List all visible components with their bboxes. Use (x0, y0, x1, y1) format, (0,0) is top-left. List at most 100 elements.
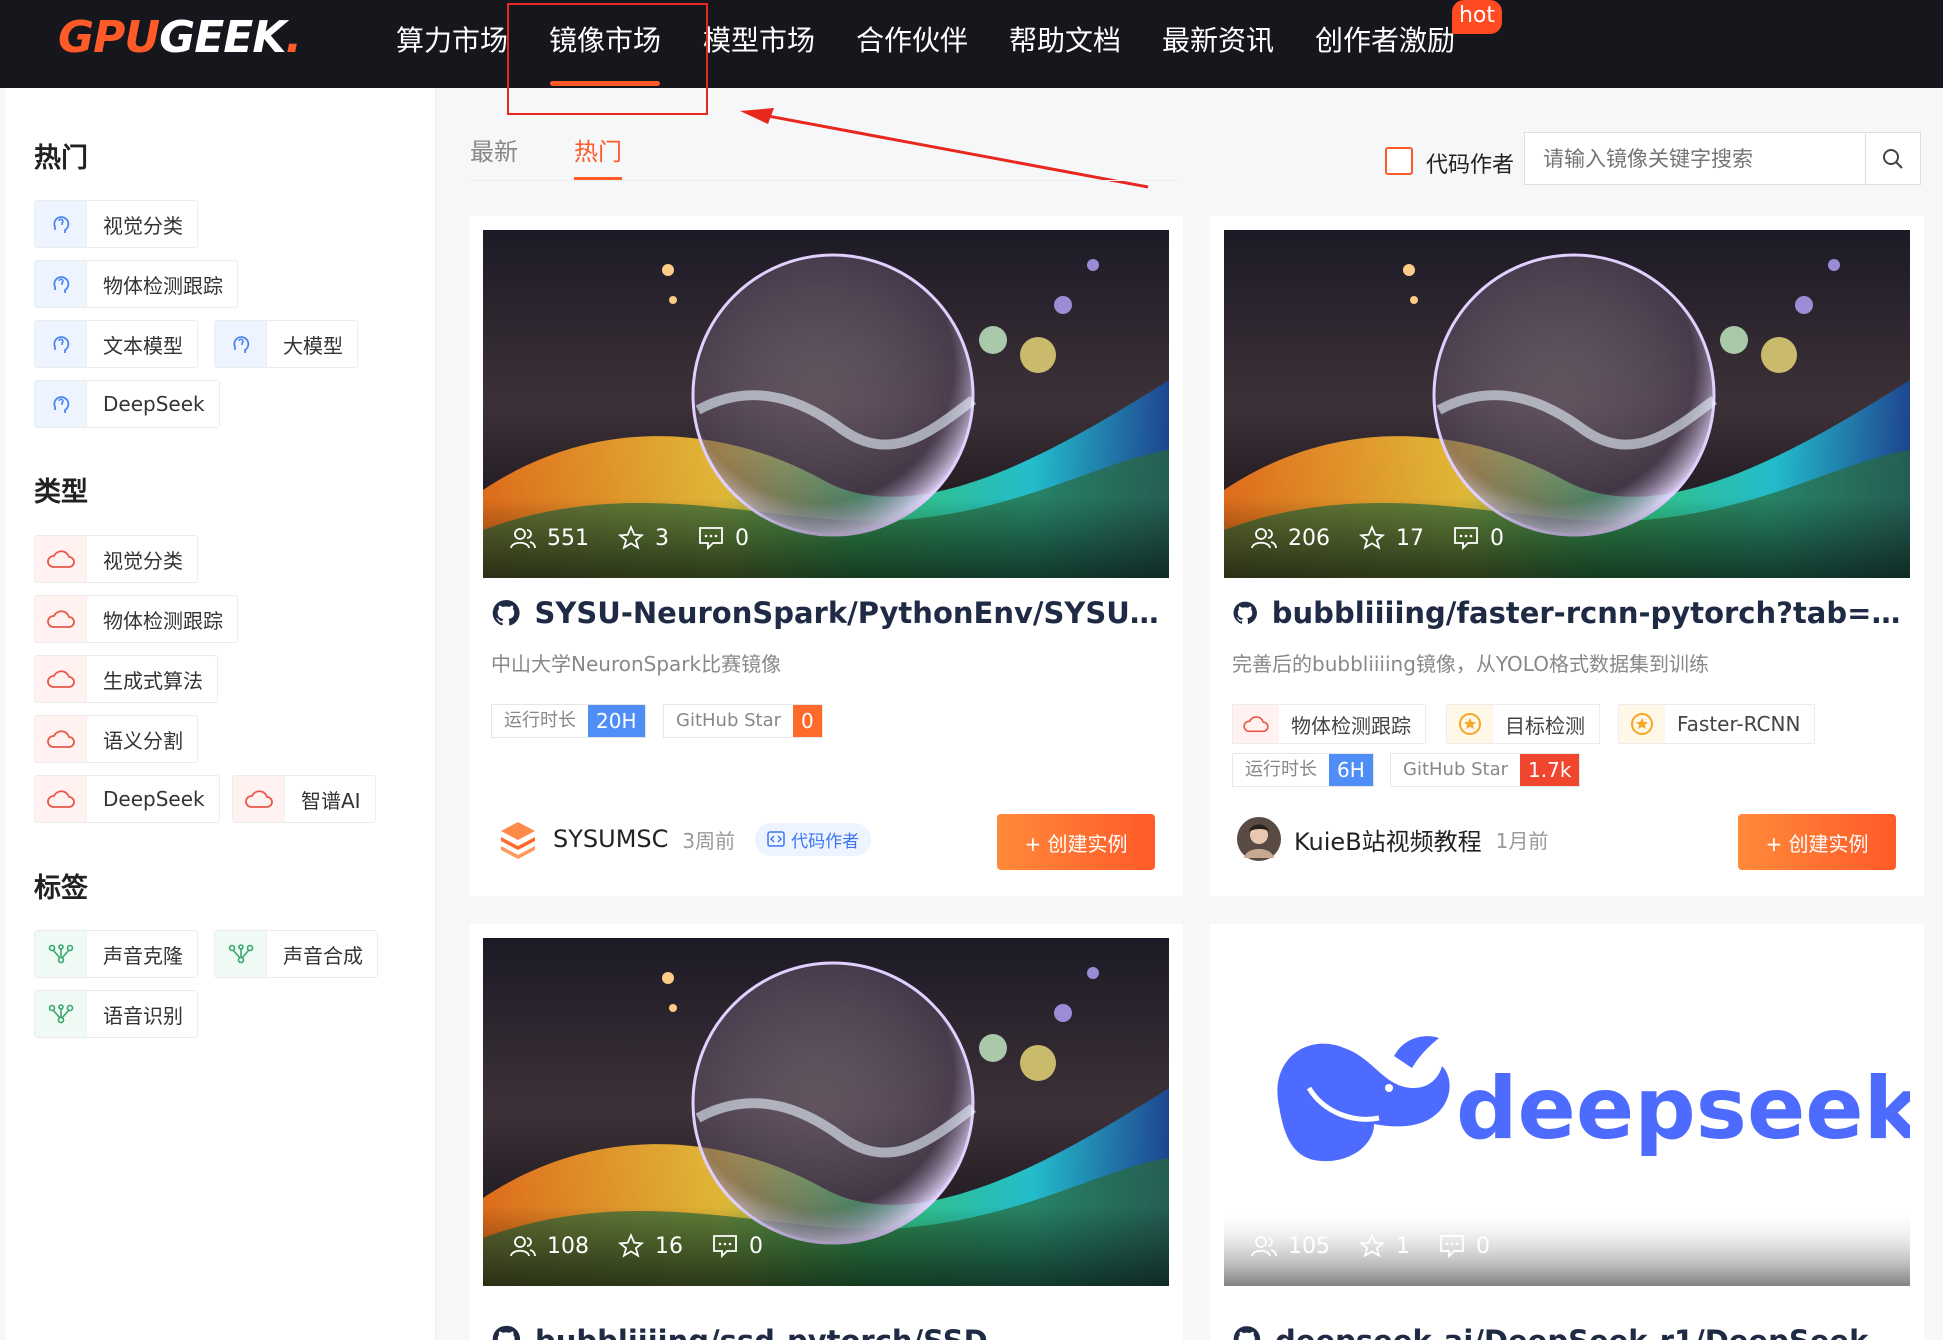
users-icon (510, 1236, 536, 1257)
stars-stat: 1 (1358, 1233, 1410, 1259)
users-icon (1251, 1236, 1277, 1257)
users-stat: 108 (509, 1234, 589, 1259)
comments-stat: 0 (1438, 1233, 1490, 1259)
filter-chip-hot-deepseek[interactable]: DeepSeek (34, 380, 220, 428)
filter-chip-type-vision[interactable]: 视觉分类 (34, 535, 198, 583)
card-author[interactable]: KuieB站视频教程 1月前 (1236, 816, 1548, 862)
card-stats: 206 17 0 (1224, 498, 1910, 578)
cloud-icon (233, 776, 285, 822)
star-icon (1358, 525, 1386, 550)
code-author-badge: 代码作者 (755, 822, 872, 856)
card-title[interactable]: deepseek-ai/DeepSeek-r1/DeepSeek-R1 (1232, 1324, 1902, 1340)
star-icon (1358, 1233, 1386, 1258)
card-thumbnail[interactable]: 108 16 0 (483, 938, 1169, 1286)
github-icon (492, 1325, 521, 1340)
brain-icon (215, 321, 267, 367)
filter-chip-hot-text-model[interactable]: 文本模型 (34, 320, 198, 368)
comments-stat: 0 (697, 525, 749, 551)
code-author-checkbox[interactable] (1385, 147, 1413, 175)
users-stat: 206 (1250, 526, 1330, 551)
avatar (1237, 817, 1281, 861)
cloud-icon (35, 596, 87, 642)
network-icon (35, 991, 87, 1037)
comment-icon (1454, 527, 1478, 551)
star-icon (617, 1233, 645, 1258)
users-icon (510, 528, 536, 549)
github-icon (492, 600, 520, 626)
card-thumbnail[interactable]: 551 3 0 (483, 230, 1169, 578)
image-card[interactable]: deepseek 105 1 0 deepseek-ai/DeepSeek-r1… (1210, 924, 1924, 1340)
comments-stat: 0 (711, 1233, 763, 1259)
filter-chip-type-generative[interactable]: 生成式算法 (34, 655, 218, 703)
runtime-badge: 运行时长 20H (491, 704, 646, 738)
create-instance-button[interactable]: + 创建实例 (1738, 814, 1896, 870)
image-card[interactable]: 551 3 0 SYSU-NeuronSpark/PythonEnv/SYSU-… (469, 216, 1183, 896)
star-icon (617, 525, 645, 550)
github-star-badge: GitHub Star 0 (663, 704, 823, 738)
filter-chip-type-deepseek[interactable]: DeepSeek (34, 775, 220, 823)
card-description: 中山大学NeuronSpark比赛镜像 (491, 652, 782, 676)
brain-icon (35, 321, 87, 367)
brain-icon (35, 201, 87, 247)
card-title[interactable]: bubbliiiing/faster-rcnn-pytorch?tab=read… (1232, 596, 1902, 630)
card-stats: 108 16 0 (483, 1206, 1169, 1286)
card-stats: 551 3 0 (483, 498, 1169, 578)
section-title-hot: 热门 (34, 143, 88, 174)
filter-chip-hot-large-model[interactable]: 大模型 (214, 320, 358, 368)
filter-chip-type-zhipu[interactable]: 智谱AI (232, 775, 376, 823)
image-card[interactable]: 108 16 0 bubbliiiing/ssd-pytorch/SSD (469, 924, 1183, 1340)
comment-icon (713, 1235, 737, 1259)
card-stats: 105 1 0 (1224, 1206, 1910, 1286)
section-title-type: 类型 (34, 477, 88, 508)
users-stat: 551 (509, 526, 589, 551)
filter-chip-tag-speech-recognition[interactable]: 语音识别 (34, 990, 198, 1038)
brain-icon (35, 261, 87, 307)
stars-stat: 3 (617, 525, 669, 551)
tabs-divider (470, 180, 1180, 181)
sidebar: 热门 视觉分类 物体检测跟踪 文本模型 大模型 DeepSeek 类型 视觉分类… (6, 88, 436, 1340)
stars-stat: 17 (1358, 525, 1424, 551)
filter-chip-type-detection[interactable]: 物体检测跟踪 (34, 595, 238, 643)
tab-latest[interactable]: 最新 (470, 132, 518, 167)
search-input[interactable] (1524, 132, 1866, 185)
github-star-badge: GitHub Star 1.7k (1390, 753, 1581, 787)
filter-chip-type-segmentation[interactable]: 语义分割 (34, 715, 198, 763)
card-tag[interactable]: 目标检测 (1446, 704, 1600, 744)
card-thumbnail[interactable]: deepseek 105 1 0 (1224, 938, 1910, 1286)
badge-star-icon (1447, 705, 1493, 743)
filter-chip-hot-vision[interactable]: 视觉分类 (34, 200, 198, 248)
filter-chip-hot-detection[interactable]: 物体检测跟踪 (34, 260, 238, 308)
search-button[interactable] (1866, 132, 1921, 185)
cloud-icon (35, 656, 87, 702)
stars-stat: 16 (617, 1233, 683, 1259)
card-tag[interactable]: 物体检测跟踪 (1232, 704, 1426, 744)
cloud-icon (35, 716, 87, 762)
tab-hot[interactable]: 热门 (574, 132, 622, 167)
runtime-badge: 运行时长 6H (1232, 753, 1374, 787)
filter-chip-tag-voice-clone[interactable]: 声音克隆 (34, 930, 198, 978)
card-description: 完善后的bubbliiiing镜像，从YOLO格式数据集到训练 (1232, 652, 1709, 676)
card-tag[interactable]: Faster-RCNN (1618, 704, 1816, 744)
card-author[interactable]: SYSUMSC 3周前 代码作者 (495, 816, 872, 862)
card-title[interactable]: bubbliiiing/ssd-pytorch/SSD (491, 1324, 1161, 1340)
code-author-label: 代码作者 (1426, 153, 1515, 178)
comments-stat: 0 (1452, 525, 1504, 551)
filter-chip-tag-voice-synthesis[interactable]: 声音合成 (214, 930, 378, 978)
tab-active-indicator (574, 177, 622, 180)
network-icon (215, 931, 267, 977)
users-icon (1251, 528, 1277, 549)
cloud-icon (35, 776, 87, 822)
cloud-icon (1233, 705, 1279, 743)
avatar (501, 822, 535, 859)
code-icon (767, 831, 785, 847)
card-title[interactable]: SYSU-NeuronSpark/PythonEnv/SYSU-… (491, 596, 1161, 630)
section-title-tags: 标签 (34, 873, 88, 904)
comment-icon (699, 527, 723, 551)
cloud-icon (35, 536, 87, 582)
users-stat: 105 (1250, 1234, 1330, 1259)
network-icon (35, 931, 87, 977)
badge-star-icon (1619, 705, 1665, 743)
card-thumbnail[interactable]: 206 17 0 (1224, 230, 1910, 578)
image-card[interactable]: 206 17 0 bubbliiiing/faster-rcnn-pytorch… (1210, 216, 1924, 896)
create-instance-button[interactable]: + 创建实例 (997, 814, 1155, 870)
